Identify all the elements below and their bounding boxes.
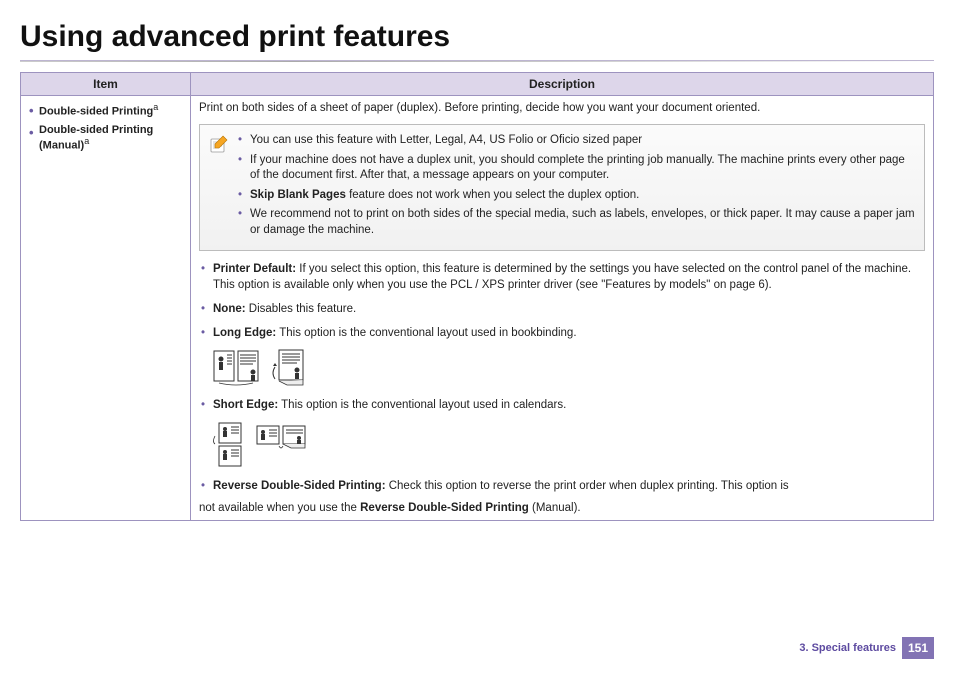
- long-edge-illustration: [213, 349, 925, 387]
- feature-table: Item Description Double-sided Printinga …: [20, 72, 934, 521]
- item-double-sided: Double-sided Printinga: [29, 102, 182, 118]
- col-header-description: Description: [191, 73, 934, 96]
- note-item: You can use this feature with Letter, Le…: [238, 133, 916, 149]
- book-layout-icon: [213, 349, 259, 387]
- page-footer: 3. Special features 151: [799, 637, 934, 659]
- horizontal-subrule: [20, 61, 934, 62]
- option-reverse-continuation: not available when you use the Reverse D…: [199, 502, 925, 514]
- description-intro: Print on both sides of a sheet of paper …: [199, 102, 925, 114]
- note-item: If your machine does not have a duplex u…: [238, 153, 916, 184]
- note-item: We recommend not to print on both sides …: [238, 207, 916, 238]
- pencil-note-icon: [208, 133, 230, 155]
- item-cell: Double-sided Printinga Double-sided Prin…: [21, 96, 191, 521]
- option-short-edge: Short Edge: This option is the conventio…: [199, 397, 925, 413]
- option-reverse-duplex: Reverse Double-Sided Printing: Check thi…: [199, 478, 925, 494]
- footer-section-label: 3. Special features: [799, 642, 896, 654]
- option-printer-default: Printer Default: If you select this opti…: [199, 261, 925, 293]
- short-edge-illustration: [213, 422, 925, 468]
- calendar-flip-icon: [255, 422, 307, 452]
- calendar-layout-icon: [213, 422, 247, 468]
- option-long-edge: Long Edge: This option is the convention…: [199, 325, 925, 341]
- col-header-item: Item: [21, 73, 191, 96]
- flip-layout-icon: [267, 349, 313, 387]
- page-title: Using advanced print features: [20, 20, 934, 54]
- item-double-sided-manual: Double-sided Printing (Manual)a: [29, 124, 182, 152]
- option-none: None: Disables this feature.: [199, 301, 925, 317]
- note-item: Skip Blank Pages feature does not work w…: [238, 188, 916, 204]
- footer-page-number: 151: [902, 637, 934, 659]
- description-cell: Print on both sides of a sheet of paper …: [191, 96, 934, 521]
- note-box: You can use this feature with Letter, Le…: [199, 124, 925, 251]
